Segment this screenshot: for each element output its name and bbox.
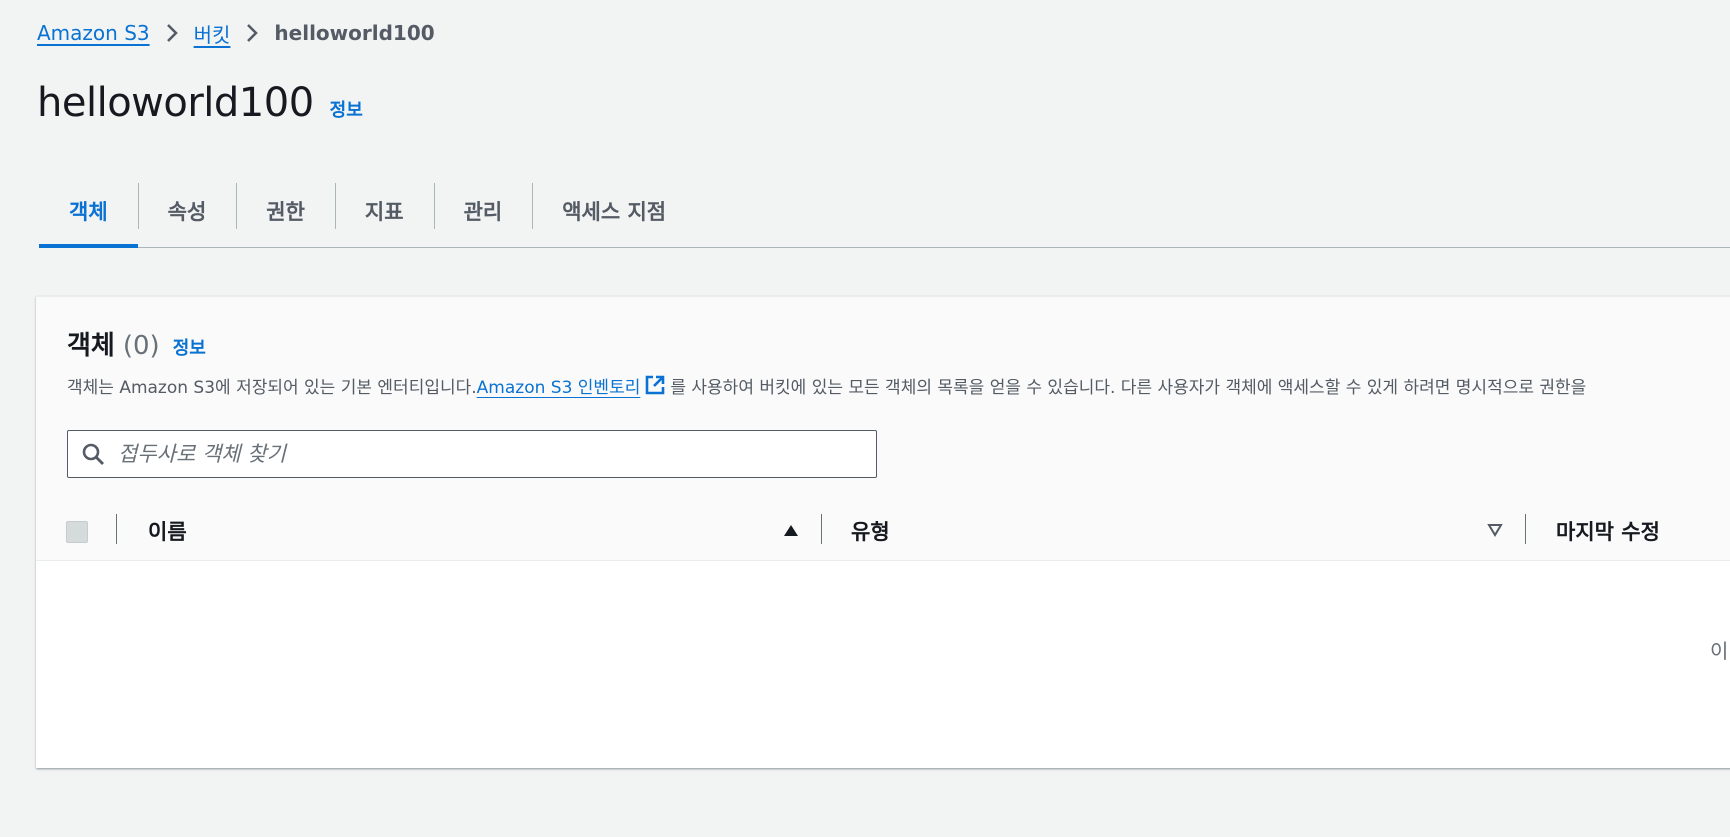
chevron-right-icon	[150, 23, 194, 43]
inventory-link-label: Amazon S3 인벤토리	[476, 378, 641, 398]
inventory-link[interactable]: Amazon S3 인벤토리	[477, 373, 641, 398]
column-header-name[interactable]: 이름	[148, 516, 187, 546]
sort-icon[interactable]	[1486, 521, 1504, 539]
objects-title-row: 객체 (0) 정보	[67, 325, 206, 362]
tab-objects[interactable]: 객체	[39, 175, 138, 248]
page-title: helloworld100	[37, 80, 314, 126]
empty-state-text: 이	[1710, 639, 1729, 663]
tab-management[interactable]: 관리	[433, 175, 533, 247]
column-header-last-modified[interactable]: 마지막 수정	[1556, 516, 1660, 546]
column-header-type[interactable]: 유형	[851, 516, 890, 546]
select-all-checkbox[interactable]	[66, 521, 88, 543]
info-link[interactable]: 정보	[330, 96, 363, 122]
column-divider[interactable]	[821, 514, 822, 544]
sort-ascending-icon[interactable]	[782, 521, 800, 539]
search-input[interactable]	[116, 433, 876, 475]
breadcrumb-item-buckets[interactable]: 버킷	[194, 19, 231, 48]
tab-properties[interactable]: 속성	[137, 175, 237, 247]
tab-list: 객체 속성 권한 지표 관리 액세스 지점	[39, 175, 1730, 248]
objects-panel: 객체 (0) 정보 객체는 Amazon S3에 저장되어 있는 기본 엔터티입…	[36, 296, 1730, 768]
s3-bucket-page: Amazon S3 버킷 helloworld100 helloworld100…	[0, 0, 1730, 837]
tab-access-points[interactable]: 액세스 지점	[532, 175, 696, 247]
page-header: helloworld100 정보	[37, 80, 363, 126]
tab-permissions[interactable]: 권한	[236, 175, 335, 247]
search-field[interactable]	[67, 430, 877, 478]
external-link-icon[interactable]	[644, 374, 668, 398]
objects-info-link[interactable]: 정보	[173, 334, 206, 360]
objects-description: 객체는 Amazon S3에 저장되어 있는 기본 엔터티입니다. Amazon…	[67, 373, 1586, 398]
description-text-after: 를 사용하여 버킷에 있는 모든 객체의 목록을 얻을 수 있습니다. 다른 사…	[670, 378, 1587, 398]
objects-panel-header: 객체 (0) 정보 객체는 Amazon S3에 저장되어 있는 기본 엔터티입…	[36, 297, 1730, 503]
chevron-right-icon	[230, 23, 274, 43]
objects-table-header: 이름 유형 마지막 수정	[36, 502, 1730, 561]
description-text-before: 객체는 Amazon S3에 저장되어 있는 기본 엔터티입니다.	[67, 378, 477, 398]
column-divider	[116, 514, 117, 544]
breadcrumb-item-amazon-s3[interactable]: Amazon S3	[37, 21, 150, 45]
breadcrumb-current: helloworld100	[274, 21, 435, 45]
breadcrumb: Amazon S3 버킷 helloworld100	[37, 18, 435, 48]
objects-count: (0)	[122, 331, 160, 361]
search-icon	[80, 441, 106, 467]
column-divider[interactable]	[1525, 514, 1526, 544]
objects-title: 객체	[67, 331, 115, 361]
tab-metrics[interactable]: 지표	[334, 175, 434, 247]
